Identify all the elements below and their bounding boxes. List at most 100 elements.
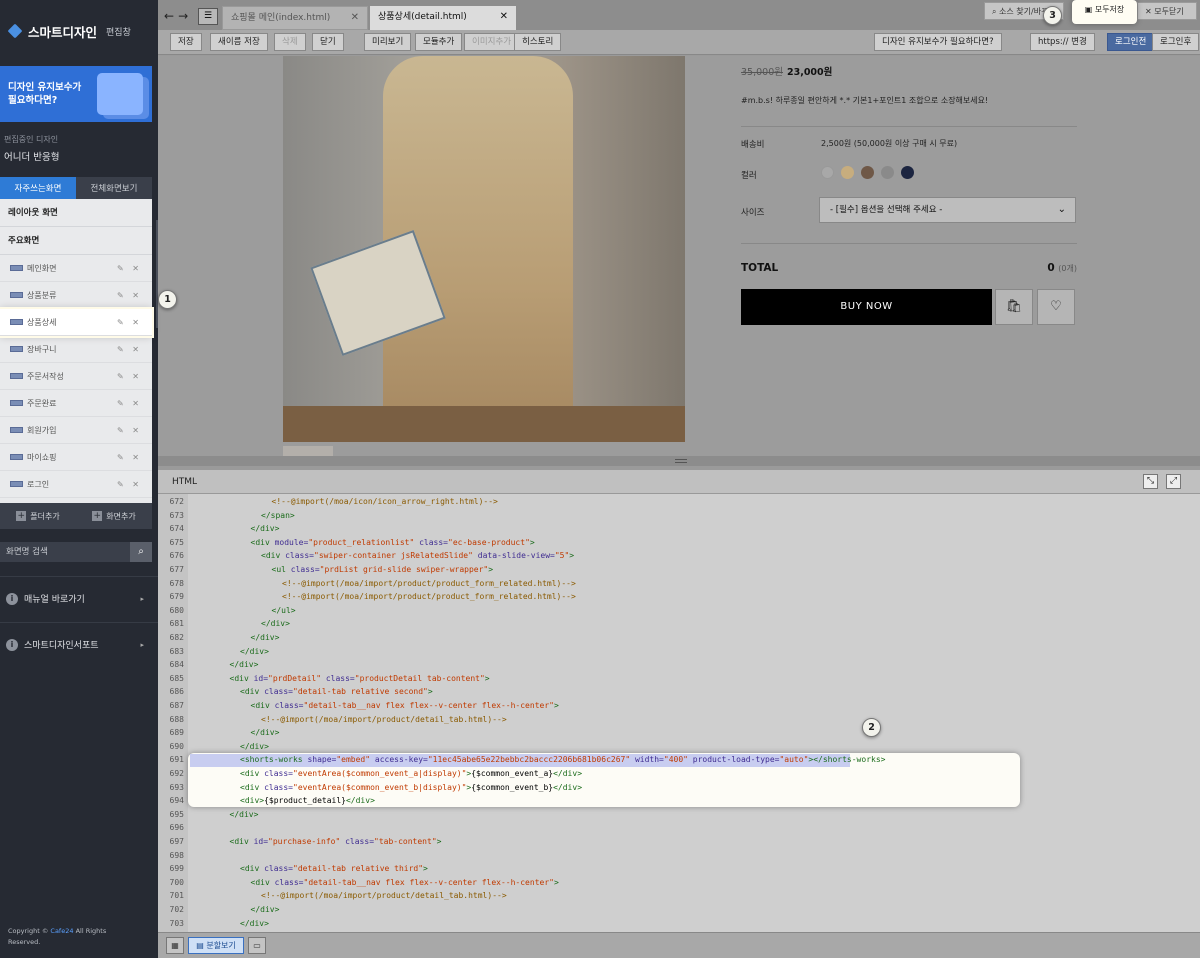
code-line[interactable]: 682 </div>	[158, 631, 1200, 645]
code-line[interactable]: 690 </div>	[158, 740, 1200, 754]
edit-delete-icons[interactable]: ✎ ✕	[117, 291, 142, 300]
add-folder-button[interactable]: + 폴더추가	[0, 511, 76, 522]
code-line[interactable]: 692 <div class="eventArea($common_event_a…	[158, 767, 1200, 781]
maintenance-help-button[interactable]: 디자인 유지보수가 필요하다면?	[874, 33, 1002, 51]
shopping-bag-icon[interactable]: 🛍	[995, 289, 1033, 325]
history-button[interactable]: 히스토리	[514, 33, 562, 51]
screen-item[interactable]: 주문완료 ✎ ✕	[0, 390, 152, 417]
current-design-value[interactable]: 어니더 반응형	[4, 149, 59, 163]
code-line[interactable]: 689 </div>	[158, 726, 1200, 740]
section-main[interactable]: 주요화면	[0, 227, 152, 255]
code-line[interactable]: 680 </ul>	[158, 604, 1200, 618]
grid-view-icon[interactable]: ▦	[166, 937, 184, 954]
tab-list-icon[interactable]: ☰	[198, 8, 218, 25]
code-line[interactable]: 681 </div>	[158, 617, 1200, 631]
code-line[interactable]: 698	[158, 849, 1200, 863]
code-line[interactable]: 678 <!--@import(/moa/import/product/produ…	[158, 577, 1200, 591]
code-line[interactable]: 697 <div id="purchase-info" class="tab-co…	[158, 835, 1200, 849]
code-line[interactable]: 679 <!--@import(/moa/import/product/produ…	[158, 590, 1200, 604]
edit-delete-icons[interactable]: ✎ ✕	[117, 345, 142, 354]
code-line[interactable]: 685 <div id="prdDetail" class="productDet…	[158, 672, 1200, 686]
color-swatch[interactable]	[881, 166, 894, 179]
edit-delete-icons[interactable]: ✎ ✕	[117, 426, 142, 435]
split-view-button[interactable]: ▤ 분할보기	[188, 937, 244, 954]
code-line[interactable]: 696	[158, 821, 1200, 835]
code-line[interactable]: 674 </div>	[158, 522, 1200, 536]
size-select[interactable]: - [필수] 옵션을 선택해 주세요 - ⌄	[819, 197, 1076, 223]
code-line[interactable]: 675 <div module="product_relationlist" cl…	[158, 536, 1200, 550]
add-screen-button[interactable]: + 화면추가	[76, 511, 152, 522]
color-swatch[interactable]	[821, 166, 834, 179]
save-button[interactable]: 저장	[170, 33, 202, 51]
code-line[interactable]: 683 </div>	[158, 645, 1200, 659]
close-all-button[interactable]: ✕ 모두닫기	[1137, 2, 1197, 20]
code-line[interactable]: 684 </div>	[158, 658, 1200, 672]
close-button[interactable]: 닫기	[312, 33, 344, 51]
code-line[interactable]: 701 <!--@import(/moa/import/product/detai…	[158, 889, 1200, 903]
code-line[interactable]: 688 <!--@import(/moa/import/product/detai…	[158, 713, 1200, 727]
tab-all-screens[interactable]: 전체화면보기	[76, 177, 152, 199]
save-all-button[interactable]: ▣ 모두저장	[1072, 0, 1137, 24]
close-icon[interactable]: ✕	[500, 6, 508, 28]
edit-delete-icons[interactable]: ✎ ✕	[117, 480, 142, 489]
tab-frequent-screens[interactable]: 자주쓰는화면	[0, 177, 76, 199]
screen-item[interactable]: 마이쇼핑 ✎ ✕	[0, 444, 152, 471]
code-line[interactable]: 677 <ul class="prdList grid-slide swiper-…	[158, 563, 1200, 577]
color-swatch[interactable]	[861, 166, 874, 179]
buy-now-button[interactable]: BUY NOW	[741, 289, 992, 325]
screen-item[interactable]: 메인화면 ✎ ✕	[0, 255, 152, 282]
add-module-button[interactable]: 모듈추가	[415, 33, 463, 51]
code-line[interactable]: 702 </div>	[158, 903, 1200, 917]
code-line[interactable]: 694 <div>{$product_detail}</div>	[158, 794, 1200, 808]
https-change-button[interactable]: https:// 변경	[1030, 33, 1095, 51]
code-line[interactable]: 699 <div class="detail-tab relative third…	[158, 862, 1200, 876]
screen-item[interactable]: 상품상세 ✎ ✕	[0, 309, 152, 336]
code-line[interactable]: 673 </span>	[158, 509, 1200, 523]
code-line[interactable]: 693 <div class="eventArea($common_event_b…	[158, 781, 1200, 795]
code-line[interactable]: 687 <div class="detail-tab__nav flex flex…	[158, 699, 1200, 713]
before-login-button[interactable]: 로그인전	[1107, 33, 1155, 51]
code-line[interactable]: 691 <shorts-works shape="embed" access-ke…	[158, 753, 1200, 767]
edit-delete-icons[interactable]: ✎ ✕	[117, 264, 142, 273]
screen-item[interactable]: 회원가입 ✎ ✕	[0, 417, 152, 444]
thumbnail[interactable]	[283, 446, 333, 456]
file-tab-detail[interactable]: 상품상세(detail.html) ✕	[370, 6, 516, 30]
delete-button[interactable]: 삭제	[274, 33, 306, 51]
code-line[interactable]: 695 </div>	[158, 808, 1200, 822]
code-editor[interactable]: 672 <!--@import(/moa/icon/icon_arrow_righ…	[158, 494, 1200, 932]
heart-icon[interactable]: ♡	[1037, 289, 1075, 325]
search-icon[interactable]: ⌕	[130, 542, 152, 562]
code-line[interactable]: 686 <div class="detail-tab relative secon…	[158, 685, 1200, 699]
color-swatch[interactable]	[841, 166, 854, 179]
screen-item[interactable]: 장바구니 ✎ ✕	[0, 336, 152, 363]
code-line[interactable]: 676 <div class="swiper-container jsRelate…	[158, 549, 1200, 563]
preview-button[interactable]: 미리보기	[364, 33, 412, 51]
screen-item[interactable]: 상품분류 ✎ ✕	[0, 282, 152, 309]
add-image-button[interactable]: 이미지추가	[464, 33, 520, 51]
expand-icon[interactable]: ⤢	[1166, 474, 1181, 489]
file-tab-index[interactable]: 쇼핑몰 메인(index.html) ✕	[222, 6, 368, 30]
edit-delete-icons[interactable]: ✎ ✕	[117, 399, 142, 408]
support-link[interactable]: i 스마트디자인서포트 ▸	[0, 622, 158, 666]
maintenance-banner[interactable]: 디자인 유지보수가 필요하다면?	[0, 66, 152, 122]
back-arrow-icon[interactable]: ←	[164, 9, 178, 23]
manual-link[interactable]: i 매뉴얼 바로가기 ▸	[0, 576, 158, 620]
collapse-icon[interactable]: ⤡	[1143, 474, 1158, 489]
close-icon[interactable]: ✕	[351, 7, 359, 29]
screen-item[interactable]: 주문서작성 ✎ ✕	[0, 363, 152, 390]
after-login-button[interactable]: 로그인후	[1152, 33, 1200, 51]
color-swatch[interactable]	[901, 166, 914, 179]
code-line[interactable]: 672 <!--@import(/moa/icon/icon_arrow_righ…	[158, 495, 1200, 509]
single-view-icon[interactable]: ▭	[248, 937, 266, 954]
forward-arrow-icon[interactable]: →	[178, 9, 192, 23]
section-layout[interactable]: 레이아웃 화면	[0, 199, 152, 227]
code-line[interactable]: 703 </div>	[158, 917, 1200, 931]
code-line[interactable]: 700 <div class="detail-tab__nav flex flex…	[158, 876, 1200, 890]
edit-delete-icons[interactable]: ✎ ✕	[117, 318, 142, 327]
screen-search-input[interactable]: 화면명 검색	[0, 542, 130, 562]
edit-delete-icons[interactable]: ✎ ✕	[117, 453, 142, 462]
screen-item[interactable]: 로그인 ✎ ✕	[0, 471, 152, 498]
edit-delete-icons[interactable]: ✎ ✕	[117, 372, 142, 381]
pane-splitter[interactable]	[158, 456, 1200, 466]
save-as-button[interactable]: 새이름 저장	[210, 33, 268, 51]
